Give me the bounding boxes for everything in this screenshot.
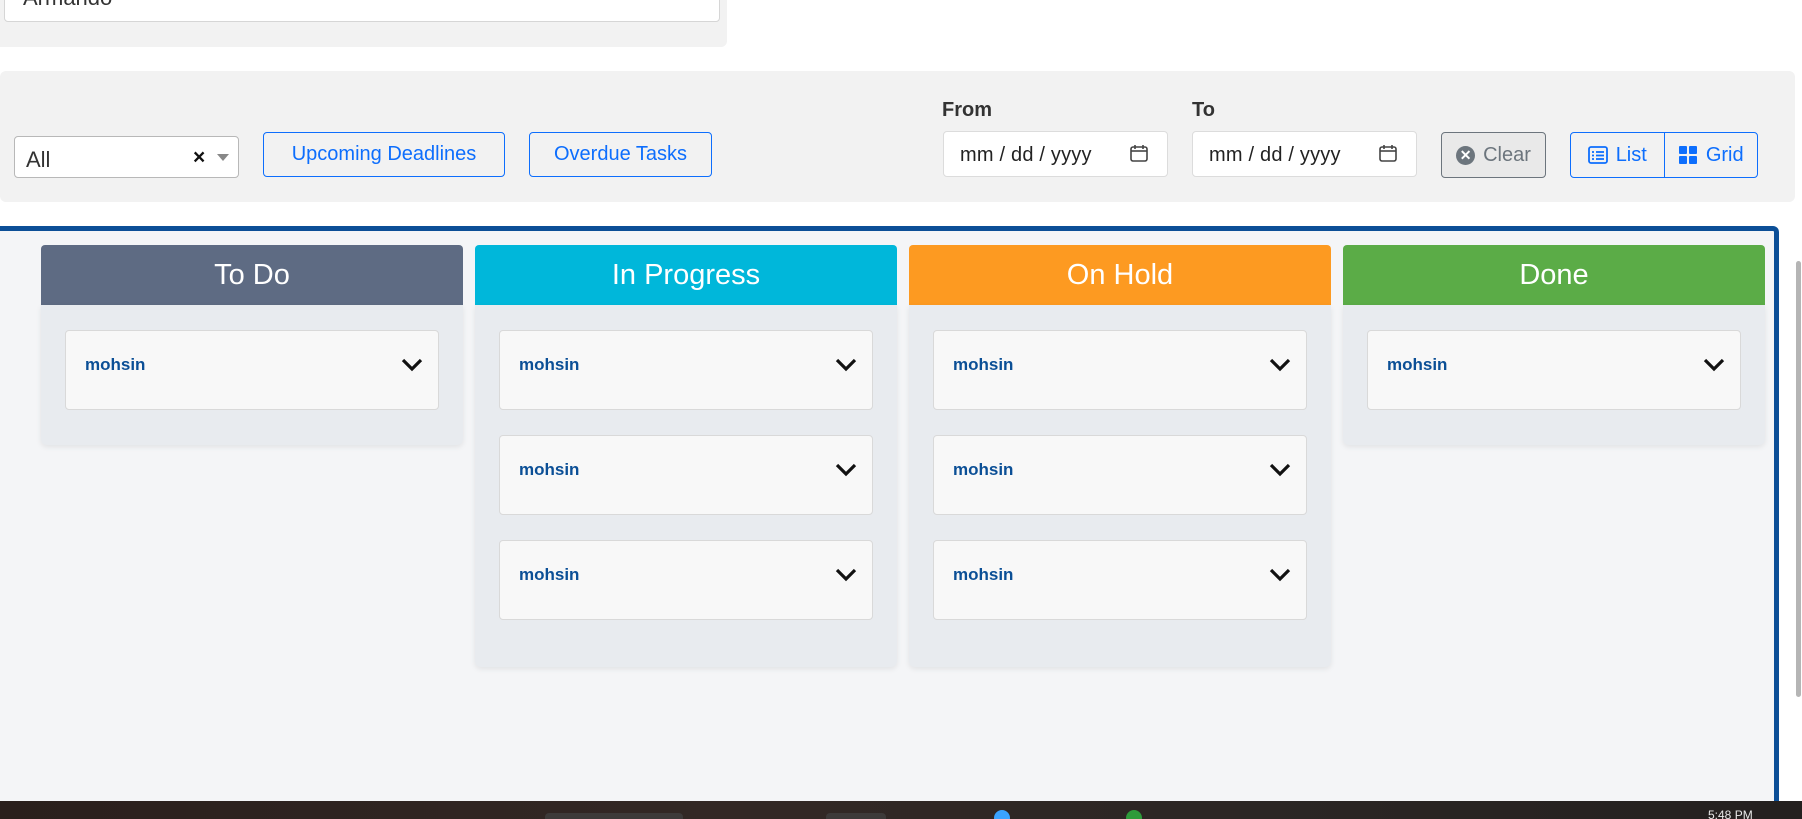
task-card[interactable]: mohsin bbox=[933, 330, 1307, 410]
task-card-title[interactable]: mohsin bbox=[519, 565, 579, 585]
task-card[interactable]: mohsin bbox=[499, 435, 873, 515]
column-body: mohsin mohsin mohsin bbox=[475, 305, 897, 667]
task-card-title[interactable]: mohsin bbox=[953, 565, 1013, 585]
overdue-tasks-button[interactable]: Overdue Tasks bbox=[529, 132, 712, 177]
taskbar-app-icon[interactable] bbox=[1126, 810, 1142, 819]
filter-bar: All × Upcoming Deadlines Overdue Tasks F… bbox=[0, 71, 1795, 202]
taskbar-app-icon[interactable] bbox=[994, 810, 1010, 819]
kanban-board: To Do mohsin In Progress mohsin mohsin m… bbox=[0, 226, 1779, 819]
top-panel: Armando bbox=[0, 0, 727, 47]
to-date-input[interactable]: mm / dd / yyyy bbox=[1192, 131, 1417, 177]
column-in-progress: In Progress mohsin mohsin mohsin bbox=[475, 245, 897, 667]
page: Armando All × Upcoming Deadlines Overdue… bbox=[0, 0, 1802, 819]
clear-circle-icon: ✕ bbox=[1456, 145, 1476, 165]
task-card[interactable]: mohsin bbox=[65, 330, 439, 410]
column-body: mohsin mohsin mohsin bbox=[909, 305, 1331, 667]
column-todo: To Do mohsin bbox=[41, 245, 463, 445]
task-card[interactable]: mohsin bbox=[499, 330, 873, 410]
column-on-hold: On Hold mohsin mohsin mohsin bbox=[909, 245, 1331, 667]
column-body: mohsin bbox=[1343, 305, 1765, 445]
grid-view-button[interactable]: Grid bbox=[1663, 133, 1758, 177]
list-icon bbox=[1587, 146, 1608, 164]
status-select[interactable]: All × bbox=[14, 136, 239, 178]
column-header: On Hold bbox=[909, 245, 1331, 305]
column-header: Done bbox=[1343, 245, 1765, 305]
from-label: From bbox=[942, 99, 992, 121]
column-done: Done mohsin bbox=[1343, 245, 1765, 445]
task-card[interactable]: mohsin bbox=[933, 435, 1307, 515]
list-view-label: List bbox=[1615, 143, 1647, 166]
grid-view-label: Grid bbox=[1705, 143, 1744, 166]
select-clear-icon[interactable]: × bbox=[193, 146, 205, 170]
clear-button-label: Clear bbox=[1483, 143, 1531, 166]
chevron-down-icon[interactable] bbox=[1702, 355, 1726, 375]
column-body: mohsin bbox=[41, 305, 463, 445]
task-card-title[interactable]: mohsin bbox=[519, 460, 579, 480]
assignee-input-value: Armando bbox=[23, 0, 112, 11]
chevron-down-icon[interactable] bbox=[834, 565, 858, 585]
status-select-value: All bbox=[26, 147, 51, 172]
taskbar-clock: 5:48 PM bbox=[1708, 808, 1753, 819]
vertical-scrollbar[interactable] bbox=[1796, 261, 1801, 697]
column-header: In Progress bbox=[475, 245, 897, 305]
calendar-icon[interactable] bbox=[1129, 143, 1149, 163]
from-date-input[interactable]: mm / dd / yyyy bbox=[943, 131, 1168, 177]
task-card-title[interactable]: mohsin bbox=[953, 355, 1013, 375]
task-card[interactable]: mohsin bbox=[1367, 330, 1741, 410]
column-header: To Do bbox=[41, 245, 463, 305]
task-card-title[interactable]: mohsin bbox=[85, 355, 145, 375]
chevron-down-icon[interactable] bbox=[1268, 565, 1292, 585]
chevron-down-icon[interactable] bbox=[400, 355, 424, 375]
chevron-down-icon[interactable] bbox=[1268, 460, 1292, 480]
chevron-down-icon[interactable] bbox=[1268, 355, 1292, 375]
task-card[interactable]: mohsin bbox=[933, 540, 1307, 620]
task-card-title[interactable]: mohsin bbox=[519, 355, 579, 375]
select-caret-icon[interactable] bbox=[217, 154, 229, 161]
upcoming-deadlines-button[interactable]: Upcoming Deadlines bbox=[263, 132, 505, 177]
task-card[interactable]: mohsin bbox=[499, 540, 873, 620]
assignee-input[interactable]: Armando bbox=[4, 0, 720, 22]
chevron-down-icon[interactable] bbox=[834, 460, 858, 480]
clear-button[interactable]: ✕ Clear bbox=[1441, 132, 1546, 178]
calendar-icon[interactable] bbox=[1378, 143, 1398, 163]
os-taskbar bbox=[0, 801, 1802, 819]
taskbar-search-box[interactable] bbox=[545, 813, 683, 819]
grid-icon bbox=[1678, 146, 1697, 164]
from-date-placeholder: mm / dd / yyyy bbox=[960, 144, 1092, 166]
to-label: To bbox=[1192, 99, 1215, 121]
view-toggle-group: List Grid bbox=[1570, 132, 1758, 178]
list-view-button[interactable]: List bbox=[1571, 133, 1664, 177]
chevron-down-icon[interactable] bbox=[834, 355, 858, 375]
task-card-title[interactable]: mohsin bbox=[1387, 355, 1447, 375]
taskbar-app-button[interactable] bbox=[826, 813, 886, 819]
task-card-title[interactable]: mohsin bbox=[953, 460, 1013, 480]
to-date-placeholder: mm / dd / yyyy bbox=[1209, 144, 1341, 166]
